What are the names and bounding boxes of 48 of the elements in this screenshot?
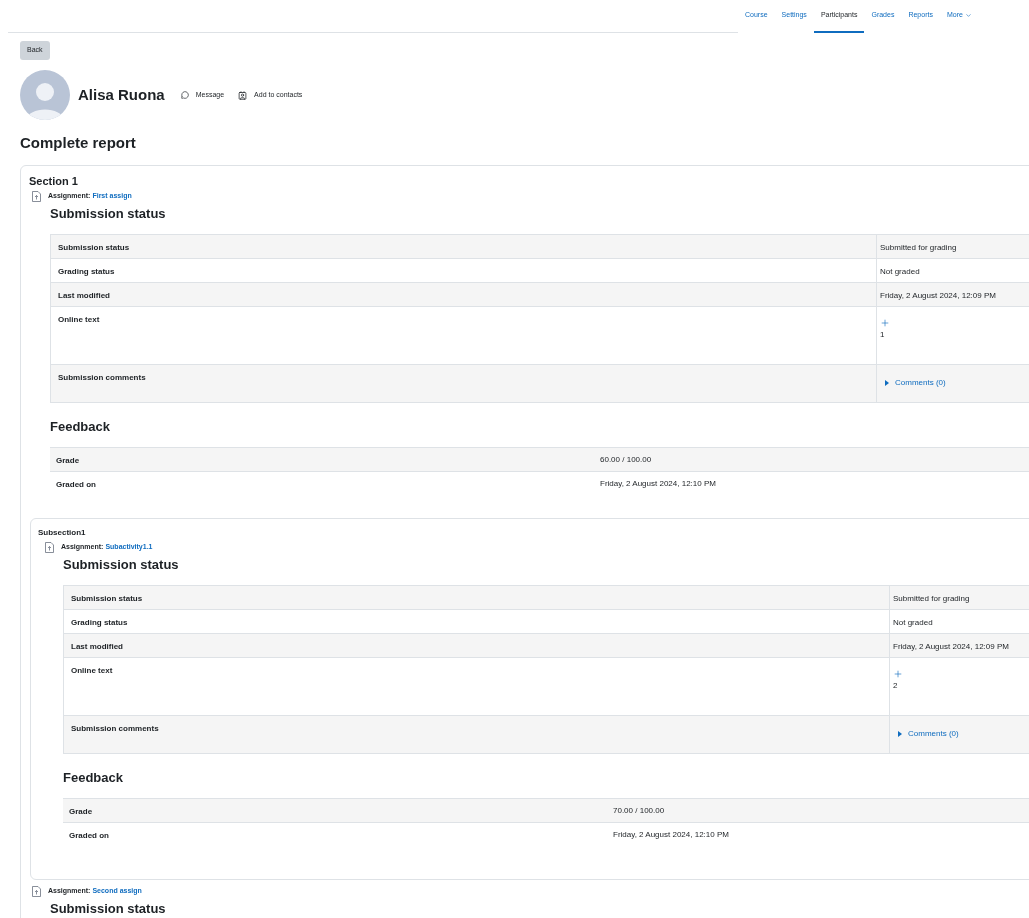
section-heading: Submission status: [63, 556, 180, 574]
caret-icon: [885, 380, 889, 386]
speech-bubble-icon: [180, 91, 189, 99]
status-value: Not graded: [880, 266, 921, 278]
row-label: Grade: [56, 455, 81, 467]
section-title: Section 1: [29, 174, 79, 188]
document-icon: [32, 885, 41, 897]
online-text-value: 1: [880, 329, 885, 341]
subsection-title: Subsection1: [38, 527, 87, 539]
comments-link[interactable]: Comments (0): [908, 728, 959, 740]
report-title: Complete report: [20, 133, 137, 153]
row-label: Submission status: [71, 593, 144, 605]
row-label: Grading status: [58, 266, 116, 278]
feedback-value: 60.00 / 100.00: [600, 454, 653, 466]
avatar: [20, 70, 70, 120]
status-value: Friday, 2 August 2024, 12:09 PM: [880, 290, 997, 302]
row-label: Submission status: [58, 242, 131, 254]
online-text-value: 2: [893, 680, 898, 692]
row-label: Last modified: [58, 290, 111, 302]
document-icon: [45, 541, 54, 553]
row-label: Submission comments: [71, 723, 160, 735]
row-label: Graded on: [56, 479, 97, 491]
user-name: Alisa Ruona: [78, 84, 165, 105]
status-value: Submitted for grading: [880, 242, 958, 254]
status-value: Friday, 2 August 2024, 12:09 PM: [893, 641, 1010, 653]
row-label: Graded on: [69, 830, 110, 842]
expand-icon[interactable]: [880, 318, 890, 328]
row-label: Grade: [69, 806, 94, 818]
section-heading: Feedback: [50, 418, 111, 436]
feedback-value: Friday, 2 August 2024, 12:10 PM: [600, 478, 717, 490]
row-label: Submission comments: [58, 372, 147, 384]
caret-icon: [898, 731, 902, 737]
section-heading: Submission status: [50, 205, 167, 223]
expand-icon[interactable]: [893, 669, 903, 679]
comments-link[interactable]: Comments (0): [895, 377, 946, 389]
feedback-value: Friday, 2 August 2024, 12:10 PM: [613, 829, 730, 841]
feedback-value: 70.00 / 100.00: [613, 805, 666, 817]
status-value: Not graded: [893, 617, 934, 629]
section-heading: Submission status: [50, 900, 167, 918]
row-label: Grading status: [71, 617, 129, 629]
row-label: Online text: [58, 314, 101, 326]
row-label: Last modified: [71, 641, 124, 653]
caret-icon: [964, 12, 972, 19]
contact-card-icon: [238, 90, 248, 100]
status-value: Submitted for grading: [893, 593, 971, 605]
document-icon: [32, 190, 41, 202]
section-heading: Feedback: [63, 769, 124, 787]
row-label: Online text: [71, 665, 114, 677]
